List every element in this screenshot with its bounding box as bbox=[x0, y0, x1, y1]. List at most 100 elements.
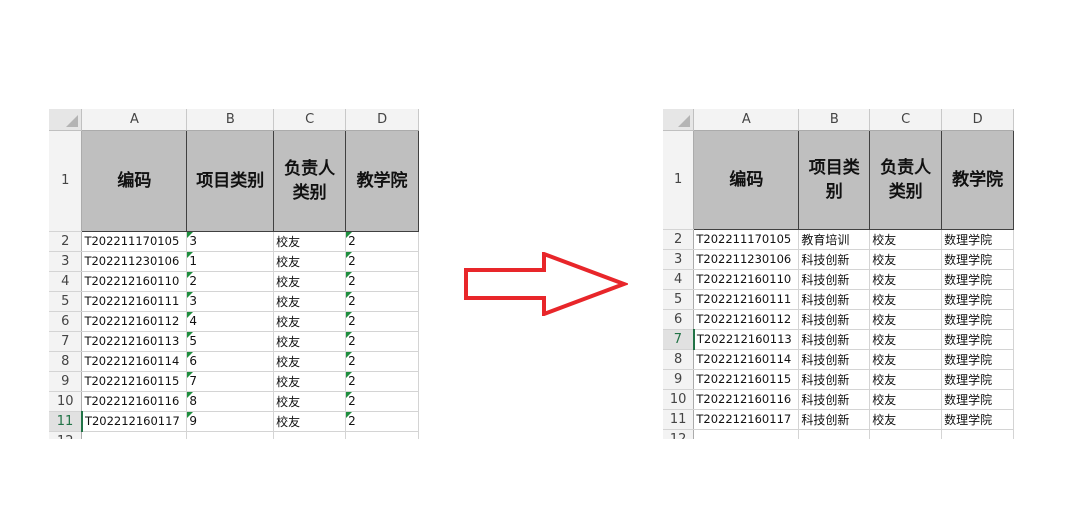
data-cell[interactable]: 科技创新 bbox=[798, 409, 871, 430]
select-all-corner[interactable] bbox=[663, 109, 695, 131]
data-cell[interactable]: T202211170105 bbox=[693, 229, 800, 250]
column-header-c[interactable]: C bbox=[869, 109, 943, 131]
column-header-b[interactable]: B bbox=[798, 109, 871, 131]
data-cell[interactable]: T202212160110 bbox=[693, 269, 800, 290]
row-header-6[interactable]: 6 bbox=[49, 311, 83, 332]
data-cell[interactable]: 科技创新 bbox=[798, 329, 871, 350]
data-cell[interactable]: T202212160111 bbox=[81, 291, 188, 312]
row-header-10[interactable]: 10 bbox=[663, 389, 695, 410]
data-cell[interactable]: T202212160117 bbox=[81, 411, 188, 432]
data-cell[interactable]: T202212160114 bbox=[81, 351, 188, 372]
data-cell[interactable]: 8 bbox=[186, 391, 275, 412]
data-cell[interactable]: T202212160112 bbox=[81, 311, 188, 332]
data-cell[interactable]: 校友 bbox=[273, 291, 347, 312]
row-header-3[interactable]: 3 bbox=[49, 251, 83, 272]
data-cell[interactable] bbox=[273, 431, 347, 439]
data-cell[interactable]: T202211230106 bbox=[81, 251, 188, 272]
data-cell[interactable]: 2 bbox=[345, 291, 419, 312]
data-cell[interactable]: T202212160115 bbox=[81, 371, 188, 392]
row-header-1[interactable]: 1 bbox=[49, 130, 83, 232]
data-cell[interactable]: T202212160112 bbox=[693, 309, 800, 330]
data-cell[interactable]: 校友 bbox=[869, 309, 943, 330]
row-header-10[interactable]: 10 bbox=[49, 391, 83, 412]
data-cell[interactable]: 校友 bbox=[273, 271, 347, 292]
data-cell[interactable]: 数理学院 bbox=[941, 409, 1014, 430]
select-all-corner[interactable] bbox=[49, 109, 83, 131]
row-header-8[interactable]: 8 bbox=[663, 349, 695, 370]
data-cell[interactable]: T202212160114 bbox=[693, 349, 800, 370]
data-cell[interactable]: 数理学院 bbox=[941, 369, 1014, 390]
data-cell[interactable] bbox=[345, 431, 419, 439]
data-cell[interactable] bbox=[869, 429, 943, 439]
data-cell[interactable]: 科技创新 bbox=[798, 369, 871, 390]
data-cell[interactable]: 数理学院 bbox=[941, 249, 1014, 270]
column-header-a[interactable]: A bbox=[81, 109, 188, 131]
data-cell[interactable]: 校友 bbox=[273, 311, 347, 332]
data-cell[interactable]: T202212160115 bbox=[693, 369, 800, 390]
data-cell[interactable]: 科技创新 bbox=[798, 269, 871, 290]
data-cell[interactable]: 校友 bbox=[273, 411, 347, 432]
data-cell[interactable]: 科技创新 bbox=[798, 249, 871, 270]
data-cell[interactable]: 科技创新 bbox=[798, 309, 871, 330]
header-cell-leader-type[interactable]: 负责人类别 bbox=[869, 129, 943, 230]
row-header-7[interactable]: 7 bbox=[49, 331, 83, 352]
column-header-a[interactable]: A bbox=[693, 109, 800, 131]
data-cell[interactable]: 校友 bbox=[273, 351, 347, 372]
data-cell[interactable] bbox=[186, 431, 275, 439]
data-cell[interactable]: 数理学院 bbox=[941, 289, 1014, 310]
data-cell[interactable]: 数理学院 bbox=[941, 389, 1014, 410]
data-cell[interactable]: 4 bbox=[186, 311, 275, 332]
data-cell[interactable]: 校友 bbox=[273, 371, 347, 392]
data-cell[interactable]: 2 bbox=[345, 311, 419, 332]
row-header-5[interactable]: 5 bbox=[663, 289, 695, 310]
header-cell-code[interactable]: 编码 bbox=[693, 129, 800, 230]
data-cell[interactable]: 数理学院 bbox=[941, 309, 1014, 330]
data-cell[interactable]: 5 bbox=[186, 331, 275, 352]
data-cell[interactable]: 2 bbox=[345, 231, 419, 252]
row-header-11[interactable]: 11 bbox=[663, 409, 695, 430]
row-header-7[interactable]: 7 bbox=[663, 329, 695, 350]
row-header-12[interactable]: 12 bbox=[663, 429, 695, 439]
header-cell-project-type[interactable]: 项目类别 bbox=[186, 129, 275, 232]
data-cell[interactable]: T202211170105 bbox=[81, 231, 188, 252]
data-cell[interactable]: 校友 bbox=[869, 389, 943, 410]
header-cell-code[interactable]: 编码 bbox=[81, 129, 188, 232]
data-cell[interactable]: 科技创新 bbox=[798, 349, 871, 370]
data-cell[interactable]: T202212160113 bbox=[693, 329, 800, 350]
column-header-d[interactable]: D bbox=[941, 109, 1014, 131]
data-cell[interactable] bbox=[941, 429, 1014, 439]
data-cell[interactable]: 校友 bbox=[869, 289, 943, 310]
header-cell-college[interactable]: 教学院 bbox=[941, 129, 1014, 230]
data-cell[interactable]: T202212160116 bbox=[81, 391, 188, 412]
row-header-6[interactable]: 6 bbox=[663, 309, 695, 330]
data-cell[interactable]: 7 bbox=[186, 371, 275, 392]
data-cell[interactable]: T202211230106 bbox=[693, 249, 800, 270]
column-header-b[interactable]: B bbox=[186, 109, 275, 131]
column-header-d[interactable]: D bbox=[345, 109, 419, 131]
data-cell[interactable]: 校友 bbox=[273, 391, 347, 412]
data-cell[interactable]: 校友 bbox=[273, 231, 347, 252]
row-header-9[interactable]: 9 bbox=[49, 371, 83, 392]
row-header-12[interactable]: 12 bbox=[49, 431, 83, 439]
row-header-2[interactable]: 2 bbox=[49, 231, 83, 252]
data-cell[interactable]: 校友 bbox=[869, 349, 943, 370]
data-cell[interactable]: 校友 bbox=[869, 409, 943, 430]
row-header-5[interactable]: 5 bbox=[49, 291, 83, 312]
data-cell[interactable]: 3 bbox=[186, 231, 275, 252]
data-cell[interactable]: 3 bbox=[186, 291, 275, 312]
data-cell[interactable]: 2 bbox=[345, 251, 419, 272]
data-cell[interactable]: 校友 bbox=[869, 249, 943, 270]
data-cell[interactable]: 数理学院 bbox=[941, 229, 1014, 250]
data-cell[interactable]: 2 bbox=[345, 391, 419, 412]
data-cell[interactable]: 校友 bbox=[273, 331, 347, 352]
data-cell[interactable]: 科技创新 bbox=[798, 289, 871, 310]
data-cell[interactable]: 2 bbox=[345, 271, 419, 292]
data-cell[interactable] bbox=[798, 429, 871, 439]
row-header-8[interactable]: 8 bbox=[49, 351, 83, 372]
data-cell[interactable] bbox=[693, 429, 800, 439]
header-cell-leader-type[interactable]: 负责人类别 bbox=[273, 129, 347, 232]
data-cell[interactable]: T202212160110 bbox=[81, 271, 188, 292]
data-cell[interactable]: 2 bbox=[345, 371, 419, 392]
header-cell-project-type[interactable]: 项目类别 bbox=[798, 129, 871, 230]
data-cell[interactable]: 校友 bbox=[273, 251, 347, 272]
